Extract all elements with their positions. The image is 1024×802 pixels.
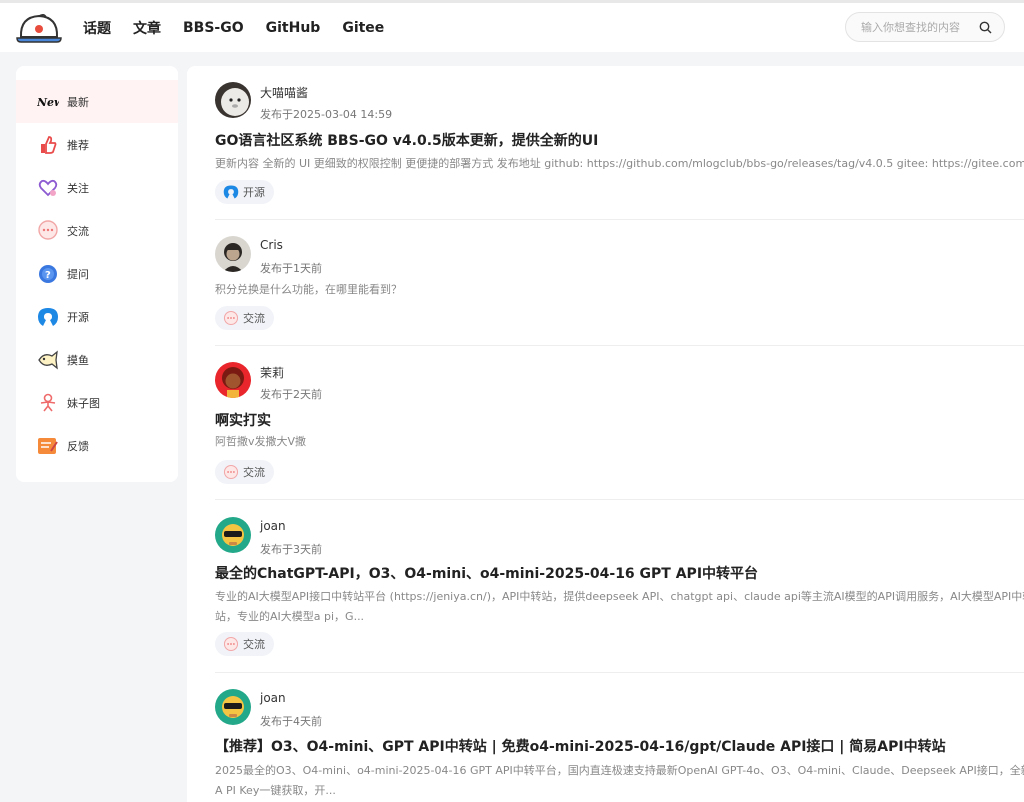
sidebar-item-label: 妹子图 (67, 396, 100, 410)
question-icon: ? (37, 263, 59, 285)
sidebar-item-label: 提问 (67, 267, 89, 281)
post-summary: 更新内容 全新的 UI 更细致的权限控制 更便捷的部署方式 发布地址 githu… (215, 157, 1024, 170)
post-tag[interactable]: 交流 (215, 306, 274, 330)
post-tag-label: 开源 (243, 186, 265, 199)
sidebar-item-label: 开源 (67, 310, 89, 324)
post-author[interactable]: 大喵喵酱 (260, 84, 308, 101)
post-time: 发布于2天前 (260, 388, 322, 401)
post-tag-label: 交流 (243, 312, 265, 325)
post-time: 发布于1天前 (260, 262, 322, 275)
nav-topics[interactable]: 话题 (83, 18, 111, 38)
sidebar-item-label: 反馈 (67, 439, 89, 453)
new-badge-icon: New (37, 91, 59, 113)
post-summary: 2025最全的O3、O4-mini、o4-mini-2025-04-16 GPT… (215, 764, 1024, 797)
divider (215, 672, 1024, 673)
main-nav: 话题 文章 BBS-GO GitHub Gitee (83, 3, 406, 52)
search-box (845, 12, 1005, 42)
list-item[interactable]: 茉莉 发布于2天前 啊实打实 阿哲撒v发撒大V撒 交流 (215, 362, 1024, 486)
post-author[interactable]: joan (260, 519, 286, 533)
post-author[interactable]: joan (260, 691, 286, 705)
post-summary: 阿哲撒v发撒大V撒 (215, 435, 307, 448)
open-source-icon (223, 185, 239, 199)
post-tag-label: 交流 (243, 638, 265, 651)
sidebar-item-opensource[interactable]: 开源 (16, 295, 178, 338)
post-list: 大喵喵酱 发布于2025-03-04 14:59 GO语言社区系统 BBS-GO… (187, 66, 1024, 802)
open-source-icon (37, 306, 59, 328)
avatar[interactable] (215, 82, 251, 118)
heart-icon (37, 177, 59, 199)
search-input[interactable] (859, 19, 981, 35)
post-author[interactable]: 茉莉 (260, 364, 284, 381)
post-summary: 专业的AI大模型API接口中转站平台 (https://jeniya.cn/)，… (215, 590, 1024, 623)
chat-bubble-icon (37, 219, 59, 242)
post-title[interactable]: GO语言社区系统 BBS-GO v4.0.5版本更新，提供全新的UI (215, 130, 598, 150)
site-logo-icon[interactable] (16, 11, 62, 45)
post-author[interactable]: Cris (260, 238, 283, 252)
chat-bubble-icon (223, 464, 239, 480)
nav-bbs-go[interactable]: BBS-GO (183, 20, 244, 36)
sidebar-item-girls[interactable]: 妹子图 (16, 381, 178, 424)
divider (215, 345, 1024, 346)
avatar[interactable] (215, 362, 251, 398)
post-time: 发布于4天前 (260, 715, 322, 728)
post-title[interactable]: 【推荐】O3、O4-mini、GPT API中转站 | 免费o4-mini-20… (215, 736, 946, 756)
svg-text:New: New (37, 96, 59, 109)
post-time: 发布于2025-03-04 14:59 (260, 108, 393, 121)
avatar[interactable] (215, 689, 251, 725)
list-item[interactable]: joan 发布于3天前 最全的ChatGPT-API，O3、O4-mini、o4… (215, 517, 1024, 661)
sidebar-item-label: 推荐 (67, 138, 89, 152)
nav-articles[interactable]: 文章 (133, 18, 161, 38)
chat-bubble-icon (223, 310, 239, 326)
top-header: 话题 文章 BBS-GO GitHub Gitee (0, 3, 1024, 52)
avatar[interactable] (215, 236, 251, 272)
sidebar-item-follow[interactable]: 关注 (16, 166, 178, 209)
person-icon (37, 392, 59, 414)
sidebar-item-label: 最新 (67, 95, 89, 109)
divider (215, 219, 1024, 220)
sidebar-item-recommend[interactable]: 推荐 (16, 123, 178, 166)
sidebar-item-latest[interactable]: New 最新 (16, 80, 178, 123)
post-time: 发布于3天前 (260, 543, 322, 556)
fish-icon (37, 349, 59, 371)
feedback-icon (37, 435, 59, 457)
post-tag[interactable]: 开源 (215, 180, 274, 204)
sidebar-item-label: 摸鱼 (67, 353, 89, 367)
list-item[interactable]: Cris 发布于1天前 积分兑换是什么功能，在哪里能看到？ 交流 (215, 236, 1024, 336)
post-title[interactable]: 最全的ChatGPT-API，O3、O4-mini、o4-mini-2025-0… (215, 563, 758, 583)
post-tag[interactable]: 交流 (215, 632, 274, 656)
sidebar-item-slacking[interactable]: 摸鱼 (16, 338, 178, 381)
sidebar-item-question[interactable]: ? 提问 (16, 252, 178, 295)
post-summary: 积分兑换是什么功能，在哪里能看到？ (215, 283, 402, 296)
list-item[interactable]: 大喵喵酱 发布于2025-03-04 14:59 GO语言社区系统 BBS-GO… (215, 82, 1024, 206)
svg-text:?: ? (45, 270, 51, 281)
chat-bubble-icon (223, 636, 239, 652)
post-tag[interactable]: 交流 (215, 460, 274, 484)
search-icon[interactable] (979, 21, 992, 34)
sidebar-item-feedback[interactable]: 反馈 (16, 424, 178, 467)
sidebar-item-label: 交流 (67, 224, 89, 238)
divider (215, 499, 1024, 500)
list-item[interactable]: joan 发布于4天前 【推荐】O3、O4-mini、GPT API中转站 | … (215, 689, 1024, 802)
thumbs-up-icon (37, 134, 59, 156)
avatar[interactable] (215, 517, 251, 553)
nav-gitee[interactable]: Gitee (342, 20, 384, 36)
nav-github[interactable]: GitHub (266, 20, 321, 36)
post-tag-label: 交流 (243, 466, 265, 479)
category-sidebar: New 最新 推荐 关注 交流 ? 提问 开源 摸鱼 (16, 66, 178, 482)
post-title[interactable]: 啊实打实 (215, 410, 271, 430)
sidebar-item-label: 关注 (67, 181, 89, 195)
sidebar-item-exchange[interactable]: 交流 (16, 209, 178, 252)
